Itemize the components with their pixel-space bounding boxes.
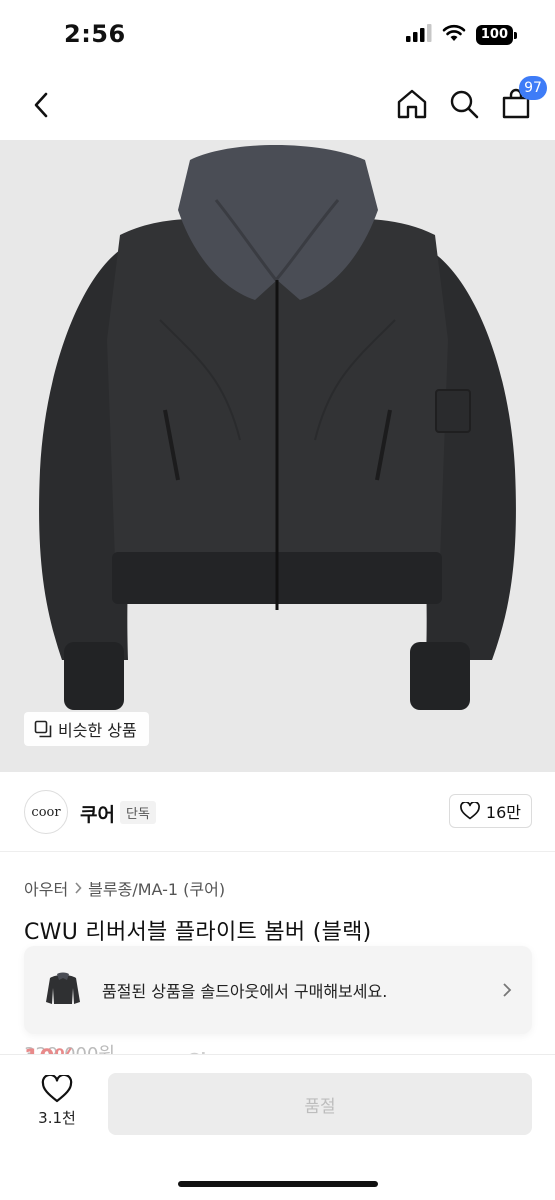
cart-count-badge: 97 — [519, 76, 547, 100]
home-icon — [397, 89, 427, 119]
nav-bar: 97 — [0, 72, 555, 138]
cart-button[interactable]: 97 — [499, 76, 547, 122]
status-icons: 100 — [405, 24, 517, 46]
back-icon — [34, 92, 48, 118]
brand-logo[interactable]: coor — [24, 790, 68, 834]
wifi-icon — [442, 24, 466, 46]
status-time: 2:56 — [64, 20, 126, 48]
brand-like-button[interactable]: 16만 — [448, 794, 532, 828]
wishlist-button[interactable]: 3.1천 — [28, 1075, 86, 1128]
home-button[interactable] — [395, 86, 429, 122]
brand-like-count: 16만 — [485, 803, 521, 822]
battery-level: 100 — [475, 25, 513, 45]
bottom-bar: 3.1천 품절 — [0, 1054, 555, 1200]
search-icon — [450, 90, 479, 119]
banner-thumbnail — [40, 964, 86, 1016]
chevron-right-icon — [502, 982, 512, 998]
soldout-banner-text: 품절된 상품을 솔드아웃에서 구매해보세요. — [102, 982, 388, 1001]
exclusive-tag: 단독 — [120, 801, 156, 824]
breadcrumb: 아우터 블루종/MA-1 (쿠어) — [24, 876, 225, 900]
chevron-right-icon — [75, 882, 82, 894]
breadcrumb-item-blouson[interactable]: 블루종/MA-1 (쿠어) — [88, 876, 225, 900]
search-button[interactable] — [447, 86, 481, 122]
heart-icon — [459, 802, 480, 820]
soldout-button[interactable]: 품절 — [108, 1073, 532, 1135]
breadcrumb-item-outer[interactable]: 아우터 — [24, 876, 68, 900]
home-indicator — [178, 1181, 378, 1187]
similar-products-icon — [34, 720, 52, 738]
product-image[interactable]: 비슷한 상품 — [0, 140, 555, 772]
brand-name[interactable]: 쿠어 — [80, 800, 115, 827]
similar-products-button[interactable]: 비슷한 상품 — [24, 712, 149, 746]
battery-icon: 100 — [475, 25, 517, 45]
nav-actions: 97 — [395, 76, 547, 122]
status-bar: 2:56 100 — [0, 0, 555, 70]
similar-products-label: 비슷한 상품 — [58, 721, 137, 740]
jacket-photo — [0, 140, 555, 772]
heart-icon — [41, 1075, 73, 1103]
brand-row: coor 쿠어 단독 16만 — [0, 772, 555, 852]
product-title: CWU 리버서블 플라이트 봄버 (블랙) — [24, 920, 372, 945]
back-button[interactable] — [26, 88, 56, 122]
soldout-banner[interactable]: 품절된 상품을 솔드아웃에서 구매해보세요. — [24, 946, 532, 1034]
signal-icon — [405, 24, 432, 46]
wishlist-count: 3.1천 — [38, 1109, 76, 1127]
